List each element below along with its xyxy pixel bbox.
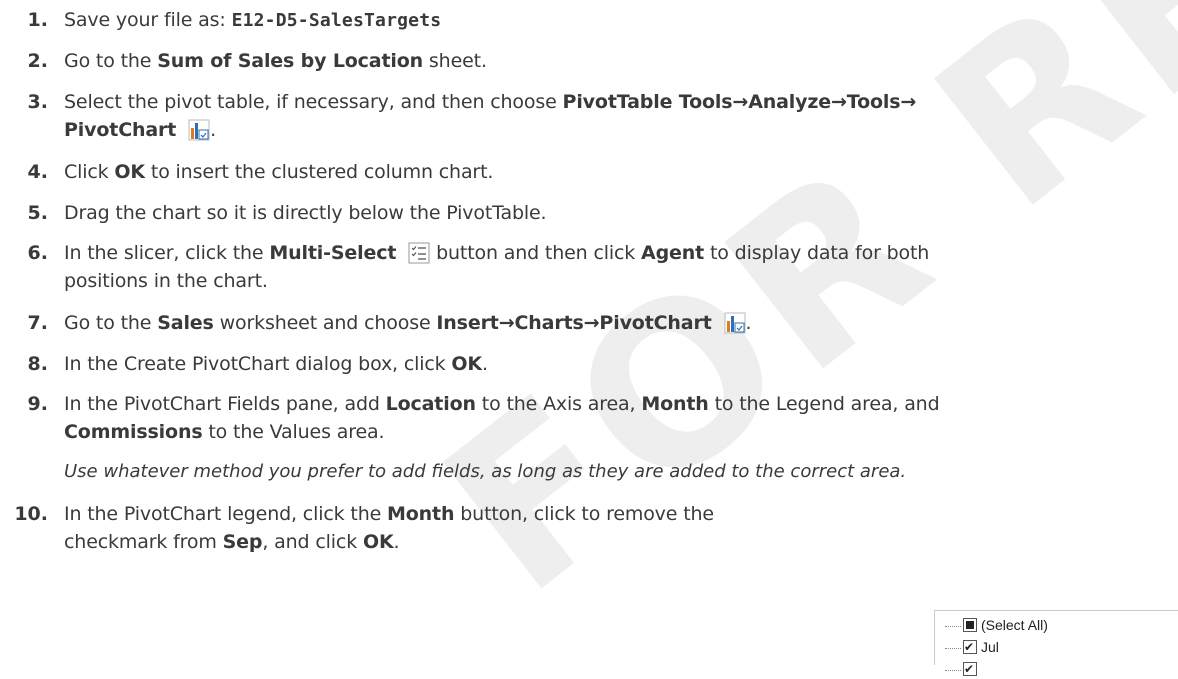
step-text: Go to the Sales worksheet and choose Ins…: [64, 311, 752, 340]
pivotchart-icon: [724, 312, 746, 340]
step-text-line2: Commissions to the Values area.: [64, 420, 385, 444]
step-number: 7.: [27, 312, 48, 334]
step-text-line2: positions in the chart.: [64, 269, 268, 293]
steps-list: 1. Save your file as: E12-D5-SalesTarget…: [0, 0, 1178, 679]
sheet-name: Sum of Sales by Location: [157, 50, 424, 72]
filter-item-label: Jul: [981, 639, 999, 655]
text-run: worksheet and choose: [213, 312, 437, 334]
pivotchart-icon: [188, 119, 210, 147]
step-text: In the PivotChart Fields pane, add Locat…: [64, 392, 940, 416]
step-number: 6.: [27, 242, 48, 264]
step-note: Use whatever method you prefer to add fi…: [64, 461, 907, 482]
step-number: 3.: [27, 91, 48, 113]
step-text: Go to the Sum of Sales by Location sheet…: [64, 49, 487, 73]
agent-label: Agent: [641, 242, 705, 264]
text-run: .: [393, 531, 400, 553]
text-run: to the Values area.: [202, 421, 385, 443]
command-path: Insert→Charts→PivotChart: [436, 312, 712, 334]
text-run: .: [482, 353, 488, 375]
text-run: In the slicer, click the: [64, 242, 270, 264]
multi-select-icon: [408, 242, 430, 270]
text-run: Click: [64, 161, 115, 183]
step-number: 1.: [27, 9, 48, 31]
tree-connector: [945, 647, 961, 649]
step-text: In the Create PivotChart dialog box, cli…: [64, 352, 488, 376]
text-run: .: [210, 119, 216, 141]
file-name: E12-D5-SalesTargets: [231, 10, 442, 31]
step-text: Save your file as: E12-D5-SalesTargets: [64, 8, 441, 33]
text-run: In the Create PivotChart dialog box, cli…: [64, 353, 452, 375]
ok-label: OK: [451, 353, 482, 375]
step-number: 4.: [27, 161, 48, 183]
checkbox-partial-icon[interactable]: [963, 618, 977, 632]
checkbox-checked-icon[interactable]: [963, 637, 977, 657]
text-run: checkmark from: [64, 531, 223, 553]
month-filter-list: (Select All) Jul: [934, 610, 1178, 679]
field-name: Location: [385, 393, 476, 415]
text-run: to insert the clustered column chart.: [145, 161, 494, 183]
filter-item-select-all[interactable]: (Select All): [945, 615, 1048, 635]
step-text-line2: PivotChart .: [64, 118, 216, 147]
text-run: , and click: [262, 531, 363, 553]
step-number: 10.: [14, 503, 48, 525]
multi-select-label: Multi-Select: [269, 242, 397, 264]
text-run: Drag the chart so it is directly below t…: [64, 202, 547, 224]
step-number: 8.: [27, 353, 48, 375]
text-run: sheet.: [423, 50, 487, 72]
tree-connector: [945, 625, 961, 627]
text-run: Select the pivot table, if necessary, an…: [64, 91, 563, 113]
step-number: 5.: [27, 202, 48, 224]
filter-item-jul[interactable]: Jul: [945, 637, 999, 657]
text-run: Go to the: [64, 50, 158, 72]
step-number: 2.: [27, 50, 48, 72]
text-run: to display data for both: [704, 242, 930, 264]
text-run: Save your file as:: [64, 9, 232, 31]
step-text: In the slicer, click the Multi-Select bu…: [64, 241, 929, 270]
text-run: In the PivotChart legend, click the: [64, 503, 388, 525]
month-value: Sep: [222, 531, 263, 553]
text-run: In the PivotChart Fields pane, add: [64, 393, 386, 415]
text-run: to the Axis area,: [475, 393, 642, 415]
sheet-name: Sales: [157, 312, 214, 334]
text-run: button and then click: [430, 242, 642, 264]
field-name: Commissions: [64, 421, 203, 443]
checkbox-checked-icon[interactable]: [963, 659, 977, 679]
command-name: PivotChart: [64, 119, 177, 141]
text-run: to the Legend area, and: [708, 393, 940, 415]
step-text: In the PivotChart legend, click the Mont…: [64, 502, 714, 526]
text-run: .: [745, 312, 752, 334]
step-text: Drag the chart so it is directly below t…: [64, 201, 547, 225]
step-number: 9.: [27, 393, 48, 415]
tree-connector: [945, 669, 961, 671]
month-label: Month: [387, 503, 455, 525]
filter-item-label: (Select All): [981, 617, 1048, 633]
command-path: PivotTable Tools→Analyze→Tools→: [562, 91, 917, 113]
page: FOR REVIEW ONLY 1. Save your file as: E1…: [0, 0, 1178, 679]
field-name: Month: [641, 393, 709, 415]
ok-label: OK: [362, 531, 394, 553]
text-run: positions in the chart.: [64, 270, 268, 292]
step-text: Select the pivot table, if necessary, an…: [64, 90, 916, 114]
ok-label: OK: [114, 161, 145, 183]
filter-item-partial[interactable]: [945, 659, 981, 679]
text-run: button, click to remove the: [454, 503, 714, 525]
step-text: Click OK to insert the clustered column …: [64, 160, 493, 184]
step-text-line2: checkmark from Sep, and click OK.: [64, 530, 400, 554]
text-run: Go to the: [64, 312, 158, 334]
